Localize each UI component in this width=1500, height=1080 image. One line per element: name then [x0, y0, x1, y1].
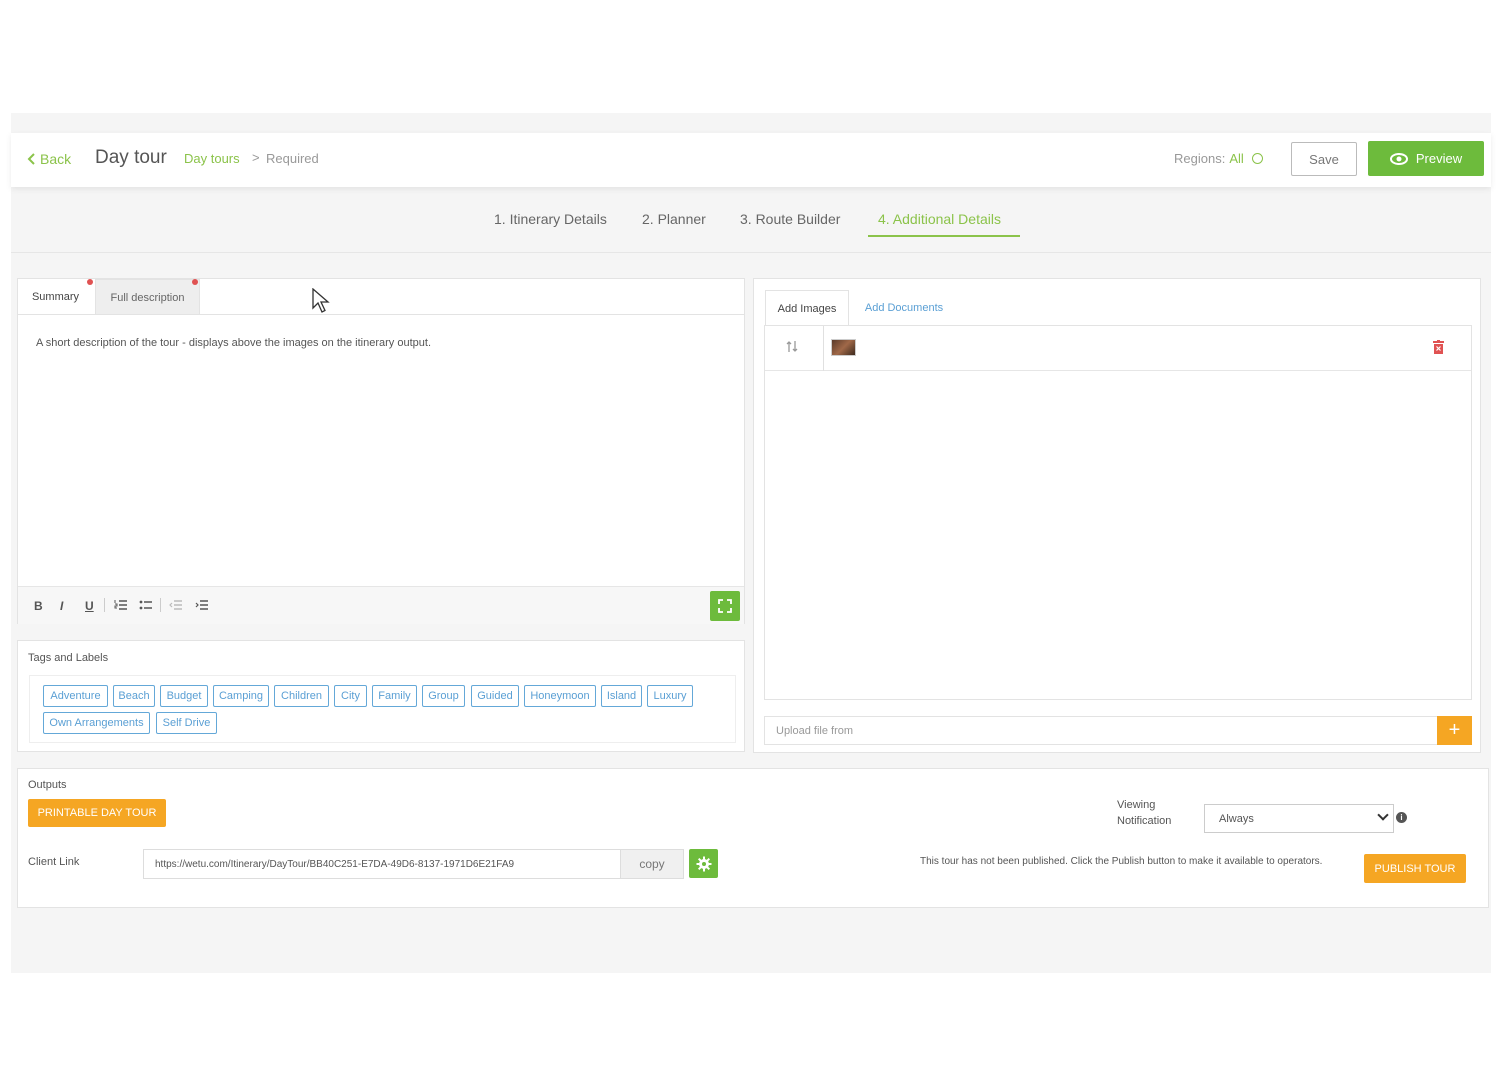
trash-icon[interactable] — [1433, 340, 1444, 354]
tab-itinerary-details[interactable]: 1. Itinerary Details — [494, 211, 607, 227]
tag-chip[interactable]: Island — [601, 685, 642, 707]
tags-container: Adventure Beach Budget Camping Children … — [29, 675, 736, 743]
info-icon[interactable]: i — [1396, 812, 1407, 823]
tab-full-description[interactable]: Full description — [95, 279, 200, 315]
mouse-cursor-icon — [312, 288, 330, 313]
upload-add-button[interactable]: + — [1437, 716, 1472, 745]
image-thumbnail[interactable] — [831, 339, 856, 356]
step-tabs: 1. Itinerary Details 2. Planner 3. Route… — [11, 203, 1491, 253]
unordered-list-icon[interactable] — [139, 599, 152, 614]
viewing-notification-select[interactable]: Always — [1204, 804, 1394, 833]
image-row — [765, 326, 1471, 371]
tag-chip[interactable]: Camping — [213, 685, 269, 707]
sort-icon[interactable] — [786, 340, 798, 356]
tag-chip[interactable]: Own Arrangements — [43, 712, 150, 734]
publish-note: This tour has not been published. Click … — [920, 856, 1323, 867]
tab-add-documents[interactable]: Add Documents — [854, 290, 954, 326]
tag-chip[interactable]: Budget — [160, 685, 208, 707]
indent-icon[interactable] — [195, 599, 208, 614]
link-settings-button[interactable] — [689, 849, 718, 878]
tab-add-images[interactable]: Add Images — [765, 290, 849, 326]
toolbar-divider — [160, 598, 161, 612]
full-description-required-dot — [192, 279, 198, 285]
tag-chip[interactable]: Children — [274, 685, 329, 707]
client-link-label: Client Link — [28, 856, 80, 868]
ordered-list-icon[interactable] — [114, 599, 127, 614]
client-link-field[interactable]: https://wetu.com/Itinerary/DayTour/BB40C… — [143, 849, 621, 879]
tag-chip[interactable]: Group — [422, 685, 465, 707]
tag-chip[interactable]: Guided — [471, 685, 519, 707]
chevron-down-icon — [1377, 809, 1389, 821]
images-list — [764, 325, 1472, 700]
tag-chip[interactable]: Honeymoon — [524, 685, 596, 707]
summary-required-dot — [87, 279, 93, 285]
tag-chip[interactable]: Beach — [113, 685, 155, 707]
regions-label: Regions: — [1174, 151, 1226, 166]
tag-chip[interactable]: Luxury — [647, 685, 693, 707]
breadcrumb-day-tours[interactable]: Day tours — [184, 151, 240, 166]
editor-content[interactable]: A short description of the tour - displa… — [36, 337, 431, 349]
tab-route-builder[interactable]: 3. Route Builder — [740, 211, 840, 227]
page-title: Day tour — [95, 147, 167, 168]
upload-field[interactable]: Upload file from — [764, 716, 1438, 745]
tags-title: Tags and Labels — [28, 652, 109, 664]
publish-tour-button[interactable]: PUBLISH TOUR — [1364, 854, 1466, 883]
top-bar: Back Day tour Day tours > Required Regio… — [11, 133, 1491, 187]
breadcrumb-required: Required — [266, 151, 319, 166]
viewing-notification-label: Viewing Notification — [1117, 799, 1172, 827]
toolbar-divider — [104, 598, 105, 612]
tab-additional-details[interactable]: 4. Additional Details — [878, 211, 1001, 227]
regions-value: All — [1229, 151, 1244, 166]
description-editor-panel: Summary Full description A short descrip… — [17, 278, 745, 624]
outputs-title: Outputs — [28, 779, 67, 791]
bold-icon[interactable]: B — [34, 599, 43, 613]
regions-info-icon[interactable] — [1251, 153, 1263, 164]
chevron-left-icon — [27, 153, 35, 165]
printable-day-tour-button[interactable]: PRINTABLE DAY TOUR — [28, 799, 166, 827]
tab-planner[interactable]: 2. Planner — [642, 211, 706, 227]
eye-icon — [1389, 152, 1408, 165]
regions-selector[interactable]: Regions: All — [1174, 151, 1263, 166]
active-tab-underline — [868, 235, 1020, 237]
outdent-icon[interactable] — [169, 599, 182, 614]
preview-label: Preview — [1415, 151, 1463, 166]
tab-divider — [18, 314, 744, 315]
breadcrumb-separator: > — [252, 150, 260, 165]
tag-chip[interactable]: Family — [372, 685, 417, 707]
expand-icon — [718, 599, 732, 613]
tag-chip[interactable]: City — [334, 685, 367, 707]
app-window: Back Day tour Day tours > Required Regio… — [11, 113, 1491, 973]
fullscreen-button[interactable] — [710, 591, 740, 621]
gear-icon — [696, 856, 711, 871]
underline-icon[interactable]: U — [85, 599, 94, 613]
editor-toolbar: B I U — [18, 586, 744, 624]
outputs-panel: Outputs PRINTABLE DAY TOUR Client Link h… — [17, 768, 1489, 908]
italic-icon[interactable]: I — [60, 599, 63, 613]
tag-chip[interactable]: Adventure — [43, 685, 108, 707]
tags-panel: Tags and Labels Adventure Beach Budget C… — [17, 640, 745, 752]
tab-summary[interactable]: Summary — [18, 279, 93, 315]
row-divider — [823, 326, 824, 371]
save-button[interactable]: Save — [1291, 142, 1357, 176]
back-label: Back — [40, 151, 72, 167]
preview-button[interactable]: Preview — [1368, 141, 1484, 176]
back-link[interactable]: Back — [27, 151, 71, 167]
copy-button[interactable]: copy — [620, 849, 684, 879]
tag-chip[interactable]: Self Drive — [156, 712, 217, 734]
media-panel: Add Images Add Documents Upload file fro… — [753, 278, 1481, 753]
viewing-notification-value: Always — [1219, 812, 1254, 825]
